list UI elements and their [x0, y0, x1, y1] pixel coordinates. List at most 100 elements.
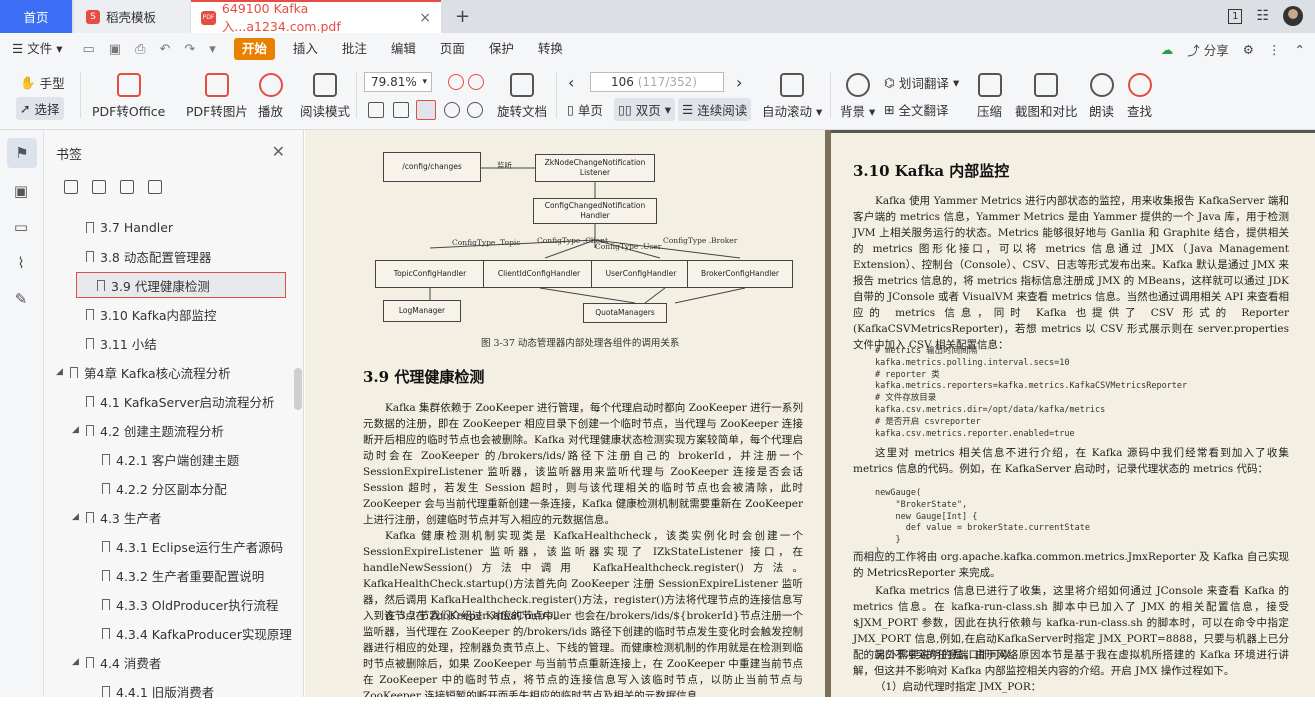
zoom-dropdown-icon[interactable]: ▾ — [422, 73, 427, 91]
bookmark-item[interactable]: 4.2.1 客户端创建主题 — [88, 446, 239, 472]
more-icon[interactable]: ⋮ — [1268, 42, 1281, 57]
prev-page-icon[interactable]: ‹ — [568, 73, 574, 92]
hand-tool[interactable]: ✋ 手型 — [20, 73, 65, 92]
bookmark-item[interactable]: ◢ 第4章 Kafka核心流程分析 — [56, 359, 231, 385]
select-tool[interactable]: ➚ 选择 — [16, 97, 64, 120]
bookmark-item[interactable]: 4.3.4 KafkaProducer实现原理 — [88, 620, 292, 646]
menu-page[interactable]: 页面 — [428, 33, 477, 65]
figure-caption: 图 3-37 动态管理器内部处理各组件的调用关系 — [481, 338, 680, 349]
menu-edit[interactable]: 编辑 — [379, 33, 428, 65]
diagram-node-user-handler: UserConfigHandler — [591, 260, 691, 288]
collapse-ribbon-icon[interactable]: ⌃ — [1295, 42, 1305, 57]
word-translate-button[interactable]: ⌬ 划词翻译 ▾ — [884, 73, 959, 92]
bookmark-item[interactable]: 3.8 动态配置管理器 — [72, 243, 211, 269]
more-quick-icon[interactable]: ▾ — [209, 42, 216, 57]
bookmark-item[interactable]: ◢ 4.3 生产者 — [72, 504, 161, 530]
hamburger-icon[interactable]: ☰ — [0, 33, 27, 65]
bookmark-panel-icon[interactable]: ⚑ — [7, 138, 37, 168]
bookmark-item[interactable]: 3.7 Handler — [72, 214, 173, 240]
screenshot-compare-button[interactable]: 截图和对比 — [1015, 73, 1078, 120]
read-mode-button[interactable]: 阅读模式 — [300, 73, 350, 120]
bookmark-item[interactable]: 3.11 小结 — [72, 330, 157, 356]
open-folder-icon[interactable]: ▭ — [82, 42, 94, 57]
expand-toggle-icon[interactable]: ◢ — [56, 367, 64, 377]
bookmark-item[interactable]: 3.9 代理健康检测 — [76, 272, 286, 298]
close-panel-icon[interactable]: ✕ — [272, 142, 285, 161]
bookmark-options-icon[interactable] — [148, 180, 162, 194]
bookmark-item[interactable]: ◢ 4.2 创建主题流程分析 — [72, 417, 224, 443]
page-number-input[interactable]: 106 (117/352) — [590, 72, 724, 92]
bookmark-item[interactable]: 4.3.3 OldProducer执行流程 — [88, 591, 278, 617]
find-button[interactable]: 查找 — [1127, 73, 1152, 120]
tab-document[interactable]: PDF 649100 Kafka入...a1234.com.pdf × — [191, 0, 441, 34]
rotate-right-icon[interactable] — [467, 102, 483, 118]
bookmark-item[interactable]: 4.3.2 生产者重要配置说明 — [88, 562, 264, 588]
expand-toggle-icon[interactable]: ◢ — [72, 425, 80, 435]
signature-icon[interactable]: ✎ — [10, 288, 32, 310]
compress-button[interactable]: 压缩 — [977, 73, 1002, 120]
continuous-read-button[interactable]: ☰ 连续阅读 — [678, 98, 752, 121]
double-page-button[interactable]: ▯▯ 双页 ▾ — [614, 98, 676, 121]
settings-icon[interactable]: ⚙ — [1243, 42, 1254, 57]
expand-toggle-icon[interactable]: ◢ — [72, 512, 80, 522]
undo-icon[interactable]: ↶ — [159, 42, 170, 57]
rotate-left-icon[interactable] — [444, 102, 460, 118]
diagram-label-user: ConfigType .User — [595, 242, 662, 251]
attachment-icon[interactable]: ⌇ — [10, 252, 32, 274]
comment-icon[interactable]: ▭ — [10, 216, 32, 238]
avatar[interactable] — [1283, 6, 1303, 26]
actual-size-icon[interactable] — [368, 102, 384, 118]
menu-annotate[interactable]: 批注 — [330, 33, 379, 65]
add-bookmark-icon[interactable] — [120, 180, 134, 194]
collapse-all-icon[interactable] — [92, 180, 106, 194]
file-menu[interactable]: 文件 ▾ — [27, 33, 74, 65]
pdf-to-image-button[interactable]: PDF转图片 — [186, 73, 248, 120]
zoom-input[interactable]: 79.81% ▾ — [364, 72, 432, 92]
expand-toggle-icon[interactable]: ◢ — [72, 657, 80, 667]
bookmark-item[interactable]: 4.4.1 旧版消费者 — [88, 678, 214, 704]
full-translate-button[interactable]: ⊞ 全文翻译 — [884, 100, 949, 119]
new-tab-button[interactable]: + — [455, 6, 470, 27]
paragraph: 这里对 metrics 相关信息不进行介绍，在 Kafka 源码中我们经常看到加… — [853, 447, 1289, 475]
save-icon[interactable]: ▣ — [109, 42, 121, 57]
tab-home[interactable]: 首页 — [0, 0, 72, 33]
bookmark-scrollbar[interactable] — [294, 368, 302, 410]
menu-insert[interactable]: 插入 — [281, 33, 330, 65]
expand-all-icon[interactable] — [64, 180, 78, 194]
bookmark-icon — [86, 221, 94, 233]
rotate-doc-button[interactable]: 旋转文档 — [497, 73, 547, 120]
share-button[interactable]: ⤴ 分享 — [1187, 40, 1229, 59]
pdf-to-office-button[interactable]: PDF转Office — [92, 73, 165, 120]
bookmark-item[interactable]: ◢ 4.4 消费者 — [72, 649, 161, 675]
menu-start[interactable]: 开始 — [233, 38, 275, 60]
bookmark-item[interactable]: 4.3.1 Eclipse运行生产者源码 — [88, 533, 283, 559]
auto-scroll-button[interactable]: 自动滚动 ▾ — [762, 73, 822, 120]
zoom-in-icon[interactable] — [468, 74, 484, 90]
menu-convert[interactable]: 转换 — [526, 33, 575, 65]
zoom-out-icon[interactable] — [448, 74, 464, 90]
print-icon[interactable]: ⎙ — [135, 42, 145, 57]
next-page-icon[interactable]: › — [736, 73, 742, 92]
tab-daoke[interactable]: S 稻壳模板 — [74, 0, 190, 33]
bookmark-icon — [102, 685, 110, 697]
fit-width-icon[interactable] — [416, 100, 436, 120]
thumbnail-icon[interactable]: ▣ — [10, 180, 32, 202]
tab-home-label: 首页 — [23, 10, 49, 25]
read-mode-label: 阅读模式 — [300, 104, 351, 119]
bookmark-item[interactable]: 4.1 KafkaServer启动流程分析 — [72, 388, 275, 414]
background-button[interactable]: 背景 ▾ — [840, 73, 875, 120]
play-button[interactable]: 播放 — [258, 73, 283, 120]
single-page-button[interactable]: ▯ 单页 — [567, 100, 603, 119]
menu-protect[interactable]: 保护 — [477, 33, 526, 65]
read-aloud-label: 朗读 — [1089, 104, 1115, 119]
close-tab-icon[interactable]: × — [419, 10, 431, 26]
file-menu-label: 文件 — [27, 41, 53, 56]
bookmark-item[interactable]: 4.2.2 分区副本分配 — [88, 475, 227, 501]
window-count-badge[interactable]: 1 — [1228, 8, 1243, 24]
cloud-sync-icon[interactable]: ☁ — [1161, 42, 1174, 57]
fit-page-icon[interactable] — [393, 102, 409, 118]
redo-icon[interactable]: ↷ — [184, 42, 195, 57]
window-switch-icon[interactable]: ☷ — [1256, 8, 1269, 24]
bookmark-item[interactable]: 3.10 Kafka内部监控 — [72, 301, 217, 327]
read-aloud-button[interactable]: 朗读 — [1089, 73, 1114, 120]
